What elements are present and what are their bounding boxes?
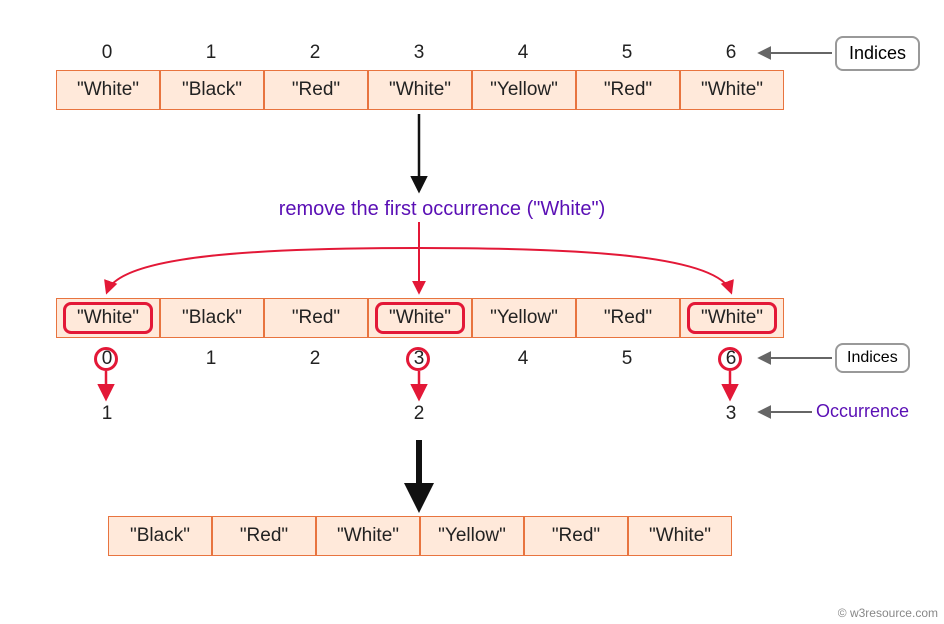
occurrence-number: 3 — [716, 403, 746, 425]
array1-index: 6 — [716, 42, 746, 64]
occurrence-number: 2 — [404, 403, 434, 425]
array2-index: 5 — [612, 348, 642, 370]
indices-label-top: Indices — [835, 36, 920, 71]
result-cell: "Yellow" — [420, 516, 524, 556]
array1-cell: "White" — [56, 70, 160, 110]
array1-index: 5 — [612, 42, 642, 64]
result-cell: "White" — [316, 516, 420, 556]
result-cell: "Black" — [108, 516, 212, 556]
array2-cell: "Red" — [264, 298, 368, 338]
indices-label-middle: Indices — [835, 343, 910, 373]
highlight-index-ring — [94, 347, 118, 371]
array2-index: 4 — [508, 348, 538, 370]
array1-cell: "Red" — [576, 70, 680, 110]
highlight-index-ring — [406, 347, 430, 371]
array2-cell: "Red" — [576, 298, 680, 338]
array2-index: 2 — [300, 348, 330, 370]
highlight-cell-ring — [63, 302, 153, 334]
array1-cell: "Red" — [264, 70, 368, 110]
array2-cell: "Yellow" — [472, 298, 576, 338]
array2-cell: "Black" — [160, 298, 264, 338]
array1-index: 0 — [92, 42, 122, 64]
occurrence-label: Occurrence — [816, 401, 909, 422]
array1-index: 2 — [300, 42, 330, 64]
array2-index: 1 — [196, 348, 226, 370]
highlight-index-ring — [718, 347, 742, 371]
action-title: remove the first occurrence ("White") — [262, 198, 622, 221]
result-cell: "Red" — [212, 516, 316, 556]
array1-index: 3 — [404, 42, 434, 64]
array1-index: 4 — [508, 42, 538, 64]
result-cell: "White" — [628, 516, 732, 556]
result-cell: "Red" — [524, 516, 628, 556]
array1-cell: "White" — [680, 70, 784, 110]
array1-cell: "Yellow" — [472, 70, 576, 110]
array1-cell: "White" — [368, 70, 472, 110]
watermark: © w3resource.com — [838, 606, 938, 620]
occurrence-number: 1 — [92, 403, 122, 425]
array1-cell: "Black" — [160, 70, 264, 110]
highlight-cell-ring — [687, 302, 777, 334]
highlight-cell-ring — [375, 302, 465, 334]
array1-index: 1 — [196, 42, 226, 64]
